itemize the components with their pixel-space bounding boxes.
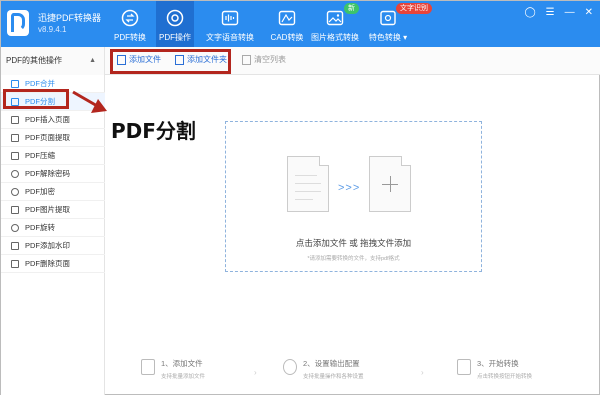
watermark-icon xyxy=(11,241,19,250)
highlight-box-sidebar xyxy=(3,89,69,109)
image-icon xyxy=(325,9,345,27)
sidebar-item-label: PDF加密 xyxy=(25,187,55,196)
step-title: 2、设置输出配置 xyxy=(303,359,360,368)
sidebar-item-pdf-delete-page[interactable]: PDF删除页面 xyxy=(1,255,105,273)
gear-icon xyxy=(378,9,398,27)
add-file-plus-icon[interactable] xyxy=(369,156,411,212)
step-subtitle: 点击转换按钮开始转换 xyxy=(477,374,533,380)
nav-label: 文字语音转换 xyxy=(206,33,254,42)
sidebar: PDF合并 PDF分割 PDF插入页面 PDF页面提取 PDF压缩 PDF解除密… xyxy=(1,75,105,395)
sidebar-item-label: PDF旋转 xyxy=(25,223,55,232)
annotation-arrow-icon xyxy=(72,90,107,113)
step-title: 1、添加文件 xyxy=(161,359,203,368)
sidebar-item-label: PDF图片提取 xyxy=(25,205,70,214)
nav-pdf-convert[interactable]: PDF转换 xyxy=(104,1,156,47)
unlock-icon xyxy=(11,169,19,178)
sidebar-item-pdf-watermark[interactable]: PDF添加水印 xyxy=(1,237,105,255)
compress-icon xyxy=(11,151,19,160)
delete-page-icon xyxy=(11,259,19,268)
image-extract-icon xyxy=(11,205,19,214)
user-icon[interactable]: ◯ xyxy=(524,7,535,18)
app-version: v8.9.4.1 xyxy=(38,25,67,34)
sidebar-item-pdf-encrypt[interactable]: PDF加密 xyxy=(1,183,105,201)
cad-icon xyxy=(277,9,297,27)
step-output-settings: 2、设置输出配置 支持批量操作和各种设置 xyxy=(283,358,364,380)
nav-label: PDF转换 xyxy=(114,33,146,42)
chevrons-right-icon: >>> xyxy=(338,182,361,194)
app-window: 迅捷PDF转换器 v8.9.4.1 PDF转换 PDF操作 文字语音转换 CAD… xyxy=(0,0,600,395)
sidebar-item-label: PDF删除页面 xyxy=(25,259,70,268)
menu-icon[interactable]: ☰ xyxy=(546,7,555,18)
sidebar-item-label: PDF页面提取 xyxy=(25,133,70,142)
step-add-file: 1、添加文件 支持批量添加文件 xyxy=(141,358,205,380)
file-drop-zone[interactable] xyxy=(225,121,482,272)
sidebar-item-label: PDF插入页面 xyxy=(25,115,70,124)
convert-icon xyxy=(120,9,140,27)
sidebar-item-label: PDF添加水印 xyxy=(25,241,70,250)
settings-gear-icon xyxy=(283,359,297,375)
insert-page-icon xyxy=(11,115,19,124)
sidebar-header[interactable]: PDF的其他操作 ▲ xyxy=(1,47,105,75)
chevron-up-icon: ▲ xyxy=(89,57,96,64)
audio-icon xyxy=(220,9,240,27)
sidebar-item-label: PDF压缩 xyxy=(25,151,55,160)
drop-zone-instruction: 点击添加文件 或 拖拽文件添加 xyxy=(295,238,412,248)
sidebar-item-pdf-extract[interactable]: PDF页面提取 xyxy=(1,129,105,147)
clear-list-label: 清空列表 xyxy=(254,55,286,64)
step-separator-icon: › xyxy=(254,368,257,377)
nav-label: PDF操作 xyxy=(159,33,191,42)
sidebar-item-label: PDF合并 xyxy=(25,79,55,88)
target-icon xyxy=(165,9,185,27)
sidebar-item-label: PDF解除密码 xyxy=(25,169,70,178)
ocr-badge[interactable]: 文字识别 xyxy=(396,3,432,14)
sidebar-item-pdf-image-extract[interactable]: PDF图片提取 xyxy=(1,201,105,219)
nav-text-voice[interactable]: 文字语音转换 xyxy=(201,1,259,47)
trash-icon xyxy=(242,54,251,65)
sidebar-header-label: PDF的其他操作 xyxy=(6,56,62,65)
merge-icon xyxy=(11,79,19,88)
annotation-title: PDF分割 xyxy=(111,119,196,143)
nav-label: CAD转换 xyxy=(270,33,304,42)
lock-icon xyxy=(11,187,19,196)
step-subtitle: 支持批量添加文件 xyxy=(161,374,206,380)
step-subtitle: 支持批量操作和各种设置 xyxy=(303,374,364,380)
file-plus-icon xyxy=(141,359,155,375)
sidebar-item-pdf-rotate[interactable]: PDF旋转 xyxy=(1,219,105,237)
sidebar-item-pdf-unlock[interactable]: PDF解除密码 xyxy=(1,165,105,183)
nav-label: 图片格式转换 xyxy=(311,33,359,42)
app-logo-icon xyxy=(7,10,29,36)
rotate-icon xyxy=(11,223,19,232)
close-icon[interactable]: ✕ xyxy=(585,7,593,18)
top-navigation-bar: 迅捷PDF转换器 v8.9.4.1 PDF转换 PDF操作 文字语音转换 CAD… xyxy=(1,1,600,47)
clear-list-button[interactable]: 清空列表 xyxy=(242,54,286,65)
convert-start-icon xyxy=(457,359,471,375)
step-separator-icon: › xyxy=(421,368,424,377)
nav-cad[interactable]: CAD转换 xyxy=(262,1,312,47)
drop-zone-hint: *请添加需要转换的文件，支持pdf格式 xyxy=(307,256,400,262)
extract-page-icon xyxy=(11,133,19,142)
nav-label: 特色转换 ▾ xyxy=(368,33,408,42)
minimize-icon[interactable]: — xyxy=(565,7,575,18)
sidebar-item-pdf-compress[interactable]: PDF压缩 xyxy=(1,147,105,165)
app-name: 迅捷PDF转换器 xyxy=(38,13,102,23)
window-controls: ◯ ☰ — ✕ xyxy=(524,7,593,18)
new-badge: 新 xyxy=(344,3,359,14)
document-icon xyxy=(287,156,329,212)
step-start-convert: 3、开始转换点击转换按钮开始转换 xyxy=(457,358,532,380)
step-title: 3、开始转换 xyxy=(477,359,519,368)
highlight-box-toolbar xyxy=(110,49,231,74)
nav-pdf-operations[interactable]: PDF操作 xyxy=(156,1,194,47)
